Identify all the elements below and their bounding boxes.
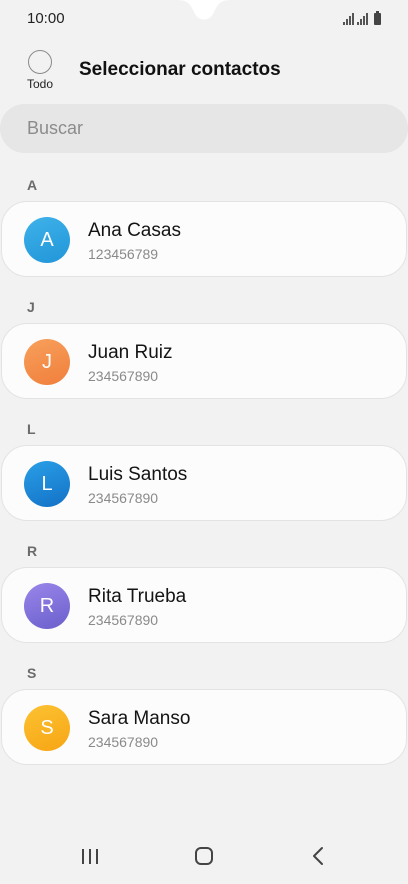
contact-number: 234567890 <box>88 734 159 750</box>
home-icon[interactable] <box>184 842 224 870</box>
contact-number: 234567890 <box>88 612 159 628</box>
contact-item[interactable]: A Ana Casas 123456789 <box>1 201 407 277</box>
contact-avatar: R <box>24 583 70 629</box>
section-header-j: J <box>27 299 35 315</box>
back-icon[interactable] <box>298 842 338 870</box>
section-header-a: A <box>27 177 38 193</box>
search-input[interactable] <box>27 118 367 139</box>
contact-name: Juan Ruiz <box>88 342 173 363</box>
page-title: Seleccionar contactos <box>79 59 281 80</box>
checkbox-circle-icon <box>28 50 52 74</box>
select-all-checkbox[interactable]: Todo <box>22 50 58 96</box>
contact-item[interactable]: R Rita Trueba 234567890 <box>1 567 407 643</box>
contact-number: 123456789 <box>88 246 159 262</box>
section-header-s: S <box>27 665 37 681</box>
recents-icon[interactable] <box>70 842 110 870</box>
contact-list: A A Ana Casas 123456789 J J Juan Ruiz 234567890… <box>0 165 408 775</box>
contact-avatar: A <box>24 217 70 263</box>
camera-notch <box>176 0 232 20</box>
contact-name: Sara Manso <box>88 708 191 729</box>
contact-number: 234567890 <box>88 490 159 506</box>
navigation-bar <box>0 830 408 884</box>
contact-name: Ana Casas <box>88 220 181 241</box>
contact-avatar: L <box>24 461 70 507</box>
signal-icon-secondary <box>357 13 368 25</box>
contact-item[interactable]: S Sara Manso 234567890 <box>1 689 407 765</box>
contact-item[interactable]: J Juan Ruiz 234567890 <box>1 323 407 399</box>
contact-avatar: J <box>24 339 70 385</box>
select-all-label: Todo <box>26 77 54 91</box>
screen: 10:00 Todo Seleccionar contactos A A Ana C… <box>0 0 408 884</box>
status-bar: 10:00 <box>0 0 408 40</box>
signal-icon <box>343 13 354 25</box>
contact-number: 234567890 <box>88 368 159 384</box>
section-header-r: R <box>27 543 38 559</box>
status-icons <box>343 11 381 25</box>
contact-name: Rita Trueba <box>88 586 187 607</box>
battery-icon <box>374 11 381 25</box>
contact-item[interactable]: L Luis Santos 234567890 <box>1 445 407 521</box>
section-header-l: L <box>27 421 36 437</box>
status-time: 10:00 <box>27 10 65 27</box>
contact-name: Luis Santos <box>88 464 188 485</box>
header: Todo Seleccionar contactos <box>0 44 408 100</box>
contact-avatar: S <box>24 705 70 751</box>
search-bar[interactable] <box>0 104 408 153</box>
